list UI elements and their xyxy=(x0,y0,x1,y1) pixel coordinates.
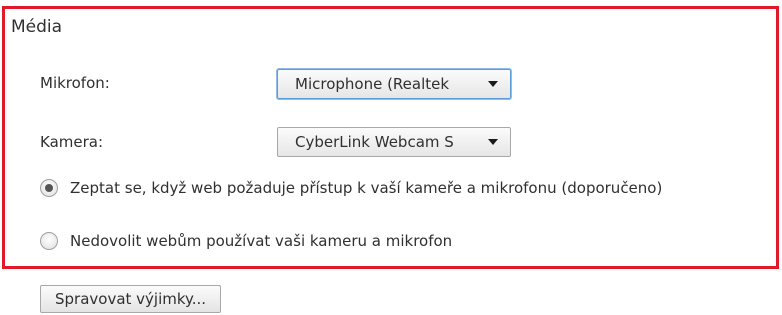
section-title: Média xyxy=(11,17,63,37)
radio-option-deny[interactable]: Nedovolit webům používat vaši kameru a m… xyxy=(40,232,452,250)
camera-select-value: CyberLink Webcam S xyxy=(295,133,454,151)
manage-exceptions-button[interactable]: Spravovat výjimky... xyxy=(40,285,222,313)
camera-select[interactable]: CyberLink Webcam S xyxy=(277,127,511,157)
radio-label-deny: Nedovolit webům používat vaši kameru a m… xyxy=(70,232,453,250)
microphone-label: Mikrofon: xyxy=(40,74,110,92)
microphone-select-value: Microphone (Realtek xyxy=(295,75,450,93)
chevron-down-icon xyxy=(488,139,498,145)
chevron-down-icon xyxy=(488,81,498,87)
radio-button-checked[interactable] xyxy=(40,179,58,197)
camera-label: Kamera: xyxy=(40,133,104,151)
microphone-select[interactable]: Microphone (Realtek xyxy=(277,69,511,99)
radio-label-ask: Zeptat se, když web požaduje přístup k v… xyxy=(70,179,663,197)
radio-option-ask[interactable]: Zeptat se, když web požaduje přístup k v… xyxy=(40,179,662,197)
radio-button-unchecked[interactable] xyxy=(40,232,58,250)
